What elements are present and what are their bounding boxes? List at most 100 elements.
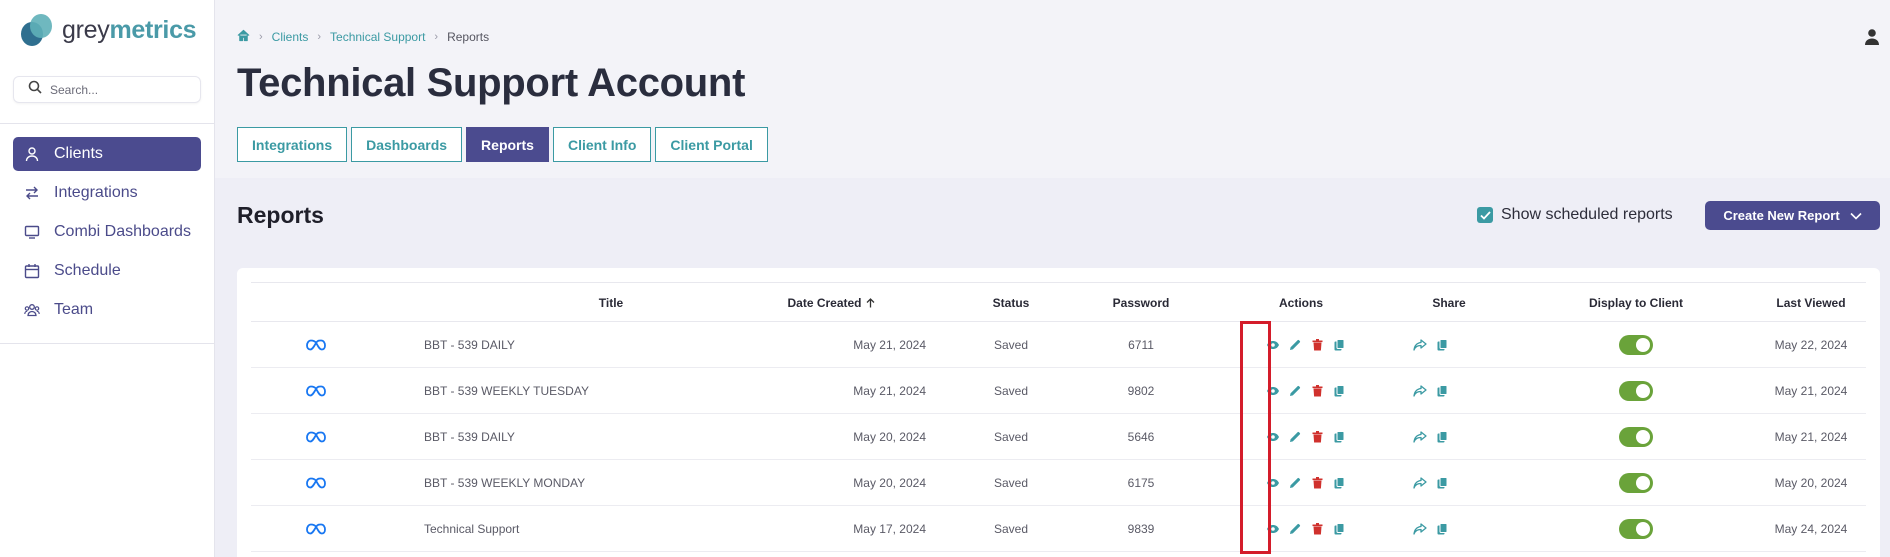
sidebar-divider	[0, 343, 215, 344]
table-row[interactable]: Technical Support May 17, 2024 Saved 983…	[251, 506, 1866, 552]
meta-icon	[291, 460, 341, 506]
share-copy-icon[interactable]	[1431, 339, 1453, 351]
display-to-client	[1556, 368, 1716, 414]
table-row[interactable]: BBT - 539 DAILY May 21, 2024 Saved 6711	[251, 322, 1866, 368]
display-to-client	[1556, 414, 1716, 460]
column-header-date[interactable]: Date Created	[751, 283, 911, 323]
reports-table-card: Title Date Created Status Password Actio…	[237, 268, 1880, 557]
edit-icon[interactable]	[1284, 477, 1306, 489]
tab-client-portal[interactable]: Client Portal	[655, 127, 768, 162]
duplicate-icon[interactable]	[1328, 339, 1350, 351]
display-to-client-toggle[interactable]	[1619, 381, 1653, 401]
show-scheduled-checkbox[interactable]	[1477, 207, 1493, 223]
column-header-status[interactable]: Status	[961, 283, 1061, 323]
column-header-display: Display to Client	[1588, 296, 1683, 310]
search-input[interactable]	[50, 82, 190, 97]
duplicate-icon[interactable]	[1328, 385, 1350, 397]
password: 5646	[1127, 430, 1155, 444]
report-title[interactable]: BBT - 539 DAILY	[424, 414, 754, 460]
actions	[1262, 460, 1352, 506]
meta-icon	[291, 506, 341, 552]
date-created: May 21, 2024	[853, 384, 926, 398]
table-row[interactable]: BBT - 539 WEEKLY TUESDAY May 21, 2024 Sa…	[251, 368, 1866, 414]
logo-text: greymetrics	[62, 15, 197, 44]
display-to-client-toggle[interactable]	[1619, 427, 1653, 447]
column-header-password[interactable]: Password	[1081, 283, 1201, 323]
sidebar-item-integrations[interactable]: Integrations	[13, 176, 201, 210]
home-icon[interactable]	[237, 29, 250, 45]
edit-icon[interactable]	[1284, 339, 1306, 351]
password: 9802	[1127, 384, 1155, 398]
edit-icon[interactable]	[1284, 431, 1306, 443]
meta-icon	[291, 322, 341, 368]
chevron-right-icon: ›	[259, 31, 263, 43]
delete-icon[interactable]	[1306, 523, 1328, 535]
duplicate-icon[interactable]	[1328, 431, 1350, 443]
duplicate-icon[interactable]	[1328, 477, 1350, 489]
delete-icon[interactable]	[1306, 385, 1328, 397]
show-scheduled-toggle[interactable]: Show scheduled reports	[1477, 206, 1673, 224]
sidebar-nav: Clients Integrations Combi Dashboards Sc…	[13, 137, 201, 332]
share-link-icon[interactable]	[1409, 385, 1431, 397]
tab-integrations[interactable]: Integrations	[237, 127, 348, 162]
sidebar-item-label: Integrations	[54, 184, 138, 201]
sidebar-item-combi-dashboards[interactable]: Combi Dashboards	[13, 215, 201, 249]
report-title[interactable]: BBT - 539 WEEKLY TUESDAY	[424, 368, 754, 414]
sidebar-item-clients[interactable]: Clients	[13, 137, 201, 171]
share-copy-icon[interactable]	[1431, 523, 1453, 535]
share-copy-icon[interactable]	[1431, 431, 1453, 443]
status: Saved	[993, 476, 1029, 490]
status: Saved	[993, 384, 1029, 398]
display-to-client-toggle[interactable]	[1619, 335, 1653, 355]
chevron-down-icon	[1850, 208, 1862, 223]
duplicate-icon[interactable]	[1328, 523, 1350, 535]
date-created: May 20, 2024	[853, 476, 926, 490]
sidebar-item-schedule[interactable]: Schedule	[13, 254, 201, 288]
last-viewed: May 22, 2024	[1774, 338, 1848, 352]
calendar-icon	[23, 262, 41, 280]
user-icon	[23, 145, 41, 163]
share-copy-icon[interactable]	[1431, 385, 1453, 397]
display-to-client-toggle[interactable]	[1619, 473, 1653, 493]
create-new-report-button[interactable]: Create New Report	[1705, 201, 1880, 230]
sidebar-item-team[interactable]: Team	[13, 293, 201, 327]
actions	[1262, 414, 1352, 460]
tab-client-info[interactable]: Client Info	[552, 127, 652, 162]
display-to-client-toggle[interactable]	[1619, 519, 1653, 539]
report-title[interactable]: BBT - 539 WEEKLY MONDAY	[424, 460, 754, 506]
breadcrumb-link-technical-support[interactable]: Technical Support	[330, 30, 425, 44]
breadcrumb-current: Reports	[447, 30, 490, 44]
password: 6711	[1128, 338, 1154, 352]
column-header-last-viewed[interactable]: Last Viewed	[1751, 283, 1871, 323]
logo[interactable]: greymetrics	[18, 12, 197, 48]
sidebar-item-label: Team	[54, 301, 94, 318]
share-link-icon[interactable]	[1409, 523, 1431, 535]
share-copy-icon[interactable]	[1431, 477, 1453, 489]
tab-bar: Integrations Dashboards Reports Client I…	[237, 127, 772, 162]
table-row[interactable]: BBT - 539 DAILY May 20, 2024 Saved 5646	[251, 414, 1866, 460]
share-link-icon[interactable]	[1409, 431, 1431, 443]
sidebar-item-label: Combi Dashboards	[54, 223, 191, 240]
share-link-icon[interactable]	[1409, 339, 1431, 351]
edit-icon[interactable]	[1284, 523, 1306, 535]
delete-icon[interactable]	[1306, 477, 1328, 489]
breadcrumb-link-clients[interactable]: Clients	[272, 30, 309, 44]
column-header-title[interactable]: Title	[551, 283, 671, 323]
tab-dashboards[interactable]: Dashboards	[351, 127, 463, 162]
delete-icon[interactable]	[1306, 431, 1328, 443]
share	[1409, 322, 1489, 368]
report-title[interactable]: BBT - 539 DAILY	[424, 322, 754, 368]
tab-reports[interactable]: Reports	[466, 127, 549, 162]
column-header-date-label: Date Created	[787, 296, 862, 310]
delete-icon[interactable]	[1306, 339, 1328, 351]
edit-icon[interactable]	[1284, 385, 1306, 397]
arrows-icon	[23, 184, 41, 202]
table-row[interactable]: BBT - 539 WEEKLY MONDAY May 20, 2024 Sav…	[251, 460, 1866, 506]
search-box[interactable]	[13, 76, 201, 103]
report-title[interactable]: Technical Support	[424, 506, 754, 552]
password: 6175	[1127, 476, 1155, 490]
account-icon[interactable]	[1864, 28, 1880, 51]
share-link-icon[interactable]	[1409, 477, 1431, 489]
sidebar: greymetrics Clients Integrations Combi D…	[0, 0, 215, 557]
share	[1409, 460, 1489, 506]
